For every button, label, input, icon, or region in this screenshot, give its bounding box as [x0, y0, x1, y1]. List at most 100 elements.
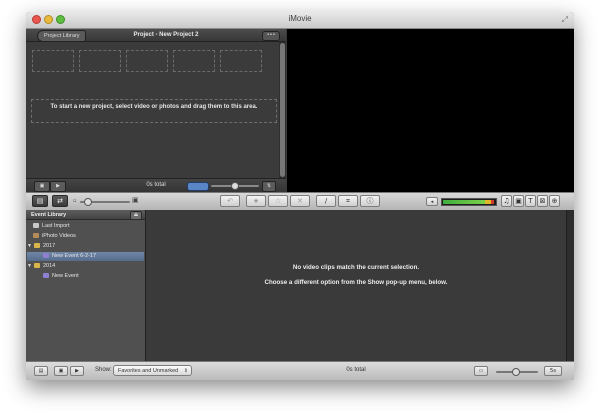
swap-icon: ⇄	[57, 197, 63, 205]
video-viewer[interactable]	[287, 29, 574, 192]
zoom-icon: ⇅	[266, 183, 272, 189]
event-library-header: Event Library	[26, 210, 145, 220]
scroll-thumb[interactable]	[280, 43, 285, 177]
audio-waveform-toggle[interactable]	[187, 182, 209, 191]
event-item-new-event-6-2-17[interactable]: New Event 6-2-17	[27, 252, 144, 261]
unmark-button[interactable]: ☆	[268, 195, 288, 207]
clip-placeholder	[173, 50, 215, 72]
event-folder-2014[interactable]: ▼ 2014	[27, 262, 55, 271]
photo-browser-button[interactable]: ▣	[513, 195, 524, 207]
swap-button[interactable]: ⇄	[52, 195, 68, 207]
add-to-project-button[interactable]: ↶	[220, 195, 240, 207]
slider-knob[interactable]	[512, 368, 520, 376]
keyword-icon: ∕	[324, 197, 328, 205]
music-icon: ♫	[503, 197, 510, 205]
project-scrollbar[interactable]	[279, 42, 286, 178]
show-event-list-button[interactable]: ▤	[34, 366, 48, 376]
reject-button[interactable]: ✕	[290, 195, 310, 207]
play-events-button[interactable]: ▶	[70, 366, 84, 376]
fullscreen-play-button[interactable]: ▣	[34, 181, 50, 192]
event-icon	[43, 272, 49, 278]
zoom-button[interactable]: ⇅	[262, 181, 276, 192]
project-pane: Project Library Project - New Project 2 …	[26, 29, 286, 193]
crop-icon: ⌗	[346, 197, 350, 205]
project-title: Project - New Project 2	[133, 32, 199, 38]
eject-button[interactable]: ⏏	[130, 211, 142, 220]
meter-green	[443, 200, 485, 204]
show-popup-menu[interactable]: Favorites and Unmarked ⇕	[113, 365, 192, 376]
info-icon: ⓘ	[366, 197, 374, 205]
bottom-bar: ▤ ▣ ▶ Show: Favorites and Unmarked ⇕ 0s …	[26, 361, 574, 380]
slider-knob[interactable]	[231, 182, 239, 190]
browser-scrollbar[interactable]	[566, 210, 574, 361]
crop-button[interactable]: ⌗	[338, 195, 358, 207]
info-button[interactable]: ⓘ	[360, 195, 380, 207]
camera-import-button[interactable]: ▤	[32, 195, 48, 207]
play-icon: ▶	[75, 368, 79, 374]
favorite-star-icon: ★	[252, 197, 260, 205]
disclosure-triangle-icon[interactable]: ▼	[27, 242, 34, 251]
clip-placeholder	[220, 50, 262, 72]
titles-icon: T	[528, 197, 533, 205]
photo-icon	[33, 232, 39, 238]
reject-x-icon: ✕	[297, 197, 303, 205]
slider-knob[interactable]	[84, 198, 92, 206]
meter-red	[491, 200, 494, 204]
audio-meter	[441, 198, 497, 206]
no-clips-message: No video clips match the current selecti…	[292, 264, 420, 271]
event-list-icon: ▤	[38, 368, 44, 374]
titles-browser-button[interactable]: T	[525, 195, 536, 207]
event-item-iphoto-videos[interactable]: iPhoto Videos	[33, 232, 76, 241]
transitions-icon: ⊠	[539, 197, 546, 205]
zoom-value[interactable]: 5s	[544, 366, 562, 376]
imovie-window: iMovie ⤢ Project Library Project - New P…	[26, 12, 574, 380]
folder-icon	[34, 242, 40, 248]
disclosure-triangle-icon[interactable]: ▼	[27, 262, 34, 271]
event-library-title: Event Library	[31, 212, 67, 218]
event-browser[interactable]: No video clips match the current selecti…	[146, 210, 566, 361]
music-browser-button[interactable]: ♫	[501, 195, 512, 207]
maps-icon: ⊕	[551, 197, 558, 205]
event-item-new-event[interactable]: New Event	[43, 272, 79, 281]
mark-favorite-button[interactable]: ★	[246, 195, 266, 207]
main-toolbar: ▤ ⇄ ▫ ▣ ↶ ★ ☆ ✕ ∕ ⌗ ⓘ ◂ ♫ ▣ T ⊠ ⊕	[26, 192, 574, 211]
event-folder-2017[interactable]: ▼ 2017	[27, 242, 55, 251]
large-thumb-icon: ▣	[132, 196, 139, 204]
project-drop-zone[interactable]: To start a new project, select video or …	[31, 99, 277, 123]
project-footer: ▣ ▶ 0s total ⇅	[26, 178, 286, 193]
event-icon	[43, 252, 49, 258]
clip-placeholder	[126, 50, 168, 72]
library-icon	[33, 222, 39, 228]
fullscreen-icon: ▣	[39, 183, 45, 189]
window-title: iMovie	[288, 14, 312, 23]
speaker-icon: ◂	[430, 199, 434, 205]
clip-placeholder	[79, 50, 121, 72]
fullscreen-icon[interactable]: ⤢	[562, 15, 568, 25]
project-library-button[interactable]: Project Library	[37, 30, 87, 42]
maps-browser-button[interactable]: ⊕	[549, 195, 560, 207]
event-library: Event Library ⏏ Last Import iPhoto Video…	[26, 210, 146, 361]
events-total: 0s total	[346, 367, 366, 373]
folder-icon	[34, 262, 40, 268]
eject-icon: ⏏	[133, 212, 139, 218]
play-project-button[interactable]: ▶	[50, 181, 66, 192]
project-header: Project Library Project - New Project 2 …	[26, 29, 286, 42]
audio-adjust-button[interactable]: ◂	[426, 197, 438, 206]
fullscreen-play-events-button[interactable]: ▣	[54, 366, 68, 376]
transitions-browser-button[interactable]: ⊠	[537, 195, 548, 207]
keyword-button[interactable]: ∕	[316, 195, 336, 207]
unmark-star-icon: ☆	[274, 197, 282, 205]
show-hint-message: Choose a different option from the Show …	[264, 279, 448, 286]
popup-arrows-icon: ⇕	[183, 368, 188, 374]
project-more-button[interactable]: •••	[262, 31, 280, 41]
fullscreen-icon: ▣	[58, 368, 64, 374]
title-bar: iMovie ⤢	[26, 12, 574, 29]
add-to-project-icon: ↶	[227, 197, 233, 205]
small-thumb-icon: ▫	[73, 198, 77, 204]
clip-placeholder	[32, 50, 74, 72]
filmstrip-button[interactable]: ▭	[474, 366, 488, 376]
show-label: Show:	[95, 367, 112, 373]
event-item-last-import[interactable]: Last Import	[33, 222, 70, 231]
filmstrip-icon: ▭	[478, 368, 484, 374]
play-icon: ▶	[56, 183, 60, 189]
